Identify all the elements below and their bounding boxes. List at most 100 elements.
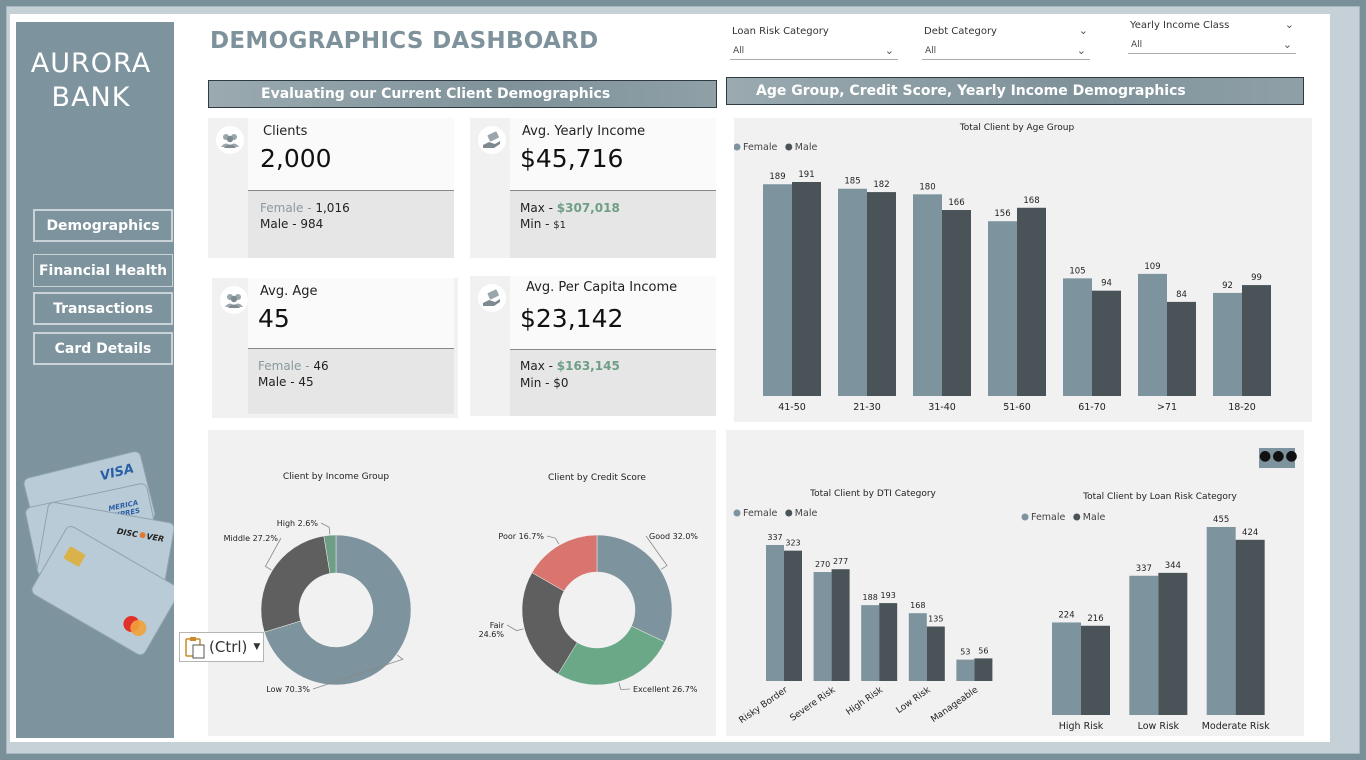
x-tick-label: 61-70: [1078, 402, 1106, 413]
data-label: 189: [769, 172, 785, 182]
bar-female: [1206, 527, 1236, 715]
kpi-card-clients: Clients 2,000 Female - 1,016 Male - 984: [208, 118, 454, 258]
x-tick-label: Manageable: [929, 685, 980, 725]
kpi-sub-value: $307,018: [556, 201, 620, 215]
money-hand-icon: [478, 126, 506, 154]
kpi-value: $45,716: [520, 144, 624, 173]
legend-label: Female: [1031, 512, 1066, 523]
bar-male: [1017, 207, 1046, 396]
brand-line-1: AURORA: [30, 48, 152, 79]
legend-label: Male: [1083, 512, 1106, 523]
nav-financial-health[interactable]: Financial Health: [33, 254, 173, 287]
kpi-sub-line: Male - 984: [260, 217, 324, 231]
credit-slice-good: [596, 534, 673, 643]
data-label: 168: [910, 601, 925, 610]
nav-card-details[interactable]: Card Details: [33, 332, 173, 365]
chevron-down-icon: ⌄: [1076, 44, 1086, 57]
data-label: 337: [1136, 564, 1152, 574]
income-data-label: Low 70.3%: [266, 685, 310, 694]
bar-female: [813, 572, 832, 681]
bar-female: [838, 188, 867, 396]
data-label: 56: [978, 646, 988, 655]
bar-male: [974, 658, 993, 681]
legend-marker: [733, 509, 741, 517]
bar-male: [1092, 290, 1121, 396]
data-label: 105: [1069, 266, 1085, 276]
bar-male: [1081, 625, 1110, 715]
panel-age-group: Total Client by Age Group Female Male 189 19…: [733, 118, 1312, 422]
legend-marker: [785, 509, 793, 517]
people-icon: [216, 126, 244, 154]
chart-pies: Client by Income Group Client by Credit S…: [224, 472, 699, 694]
filter-loan-risk[interactable]: Loan Risk Category All ⌄: [730, 26, 898, 60]
data-label: 166: [948, 198, 964, 208]
ellipsis-icon[interactable]: ●●●: [1259, 448, 1298, 468]
credit-leader-line: [506, 624, 524, 632]
chart-age-group: Total Client by Age Group Female Male 189 19…: [733, 123, 1271, 413]
paste-options-button[interactable]: (Ctrl) ▼: [179, 632, 264, 662]
chart-title: Total Client by Age Group: [959, 123, 1075, 133]
data-label: 455: [1213, 515, 1229, 525]
x-tick-label: High Risk: [1059, 721, 1104, 732]
bar-female: [1052, 622, 1081, 715]
credit-cards-illustration: VISA MERICA EXPRES DISC VER: [23, 451, 174, 656]
filter-label: Yearly Income Class: [1130, 20, 1230, 31]
filter-label: Debt Category: [924, 26, 997, 37]
bar-female: [913, 194, 942, 396]
nav-transactions[interactable]: Transactions: [33, 292, 173, 325]
nav-demographics[interactable]: Demographics: [33, 209, 173, 242]
x-tick-label: 31-40: [928, 402, 956, 413]
panel-pies: Client by Income Group Client by Credit S…: [208, 430, 716, 736]
legend-label: Male: [795, 508, 818, 519]
bar-female: [766, 545, 784, 681]
sidebar: AURORA BANK Demographics Financial Healt…: [16, 22, 174, 738]
bar-male: [831, 569, 850, 681]
x-tick-label: Moderate Risk: [1202, 721, 1270, 732]
data-label: 135: [928, 615, 943, 624]
bar-male: [879, 603, 898, 681]
kpi-sub-value: 1,016: [315, 201, 350, 215]
kpi-value: $23,142: [520, 304, 624, 333]
filter-debt-category[interactable]: Debt Category All ⌄ ⌄: [922, 24, 1090, 60]
clipboard-icon: [185, 637, 205, 659]
bar-female: [763, 184, 792, 396]
kpi-label: Avg. Yearly Income: [522, 124, 646, 139]
data-label: 193: [881, 591, 896, 600]
data-label: 99: [1251, 273, 1262, 283]
x-tick-label: Risky Border: [738, 685, 790, 726]
bar-female: [1213, 292, 1242, 396]
kpi-label: Avg. Per Capita Income: [526, 280, 678, 295]
credit-data-label: 24.6%: [479, 630, 505, 639]
panel-risk: Total Client by DTI Category Female Male 33…: [726, 430, 1304, 736]
kpi-sub-label: Max -: [520, 201, 557, 215]
bar-male: [1242, 285, 1271, 396]
data-label: 188: [863, 593, 878, 602]
credit-data-label: Fair: [490, 621, 505, 630]
chart-risk: Total Client by DTI Category Female Male 33…: [733, 489, 1270, 732]
x-tick-label: Severe Risk: [788, 685, 838, 724]
chart-title: Total Client by DTI Category: [809, 489, 936, 499]
bar-male: [942, 210, 971, 396]
legend-label: Female: [743, 142, 778, 153]
chart-title: Total Client by Loan Risk Category: [1082, 492, 1237, 502]
money-hand-icon: [478, 284, 506, 312]
filter-value[interactable]: All ⌄: [922, 42, 1090, 60]
bar-male: [1158, 572, 1188, 715]
data-label: 277: [833, 557, 848, 566]
x-tick-label: Low Risk: [1138, 721, 1180, 732]
bar-female: [1129, 575, 1159, 715]
bar-female: [861, 605, 880, 681]
bar-female: [956, 659, 975, 681]
data-label: 216: [1087, 614, 1103, 624]
filter-yearly-income[interactable]: Yearly Income Class All ⌄ ⌄: [1128, 18, 1296, 54]
data-label: 185: [844, 177, 860, 187]
kpi-card-per-capita: Avg. Per Capita Income $23,142 Max - $16…: [470, 276, 716, 416]
kpi-sub-label: Female -: [258, 359, 314, 373]
filter-value[interactable]: All ⌄: [730, 42, 898, 60]
kpi-sub-value: $163,145: [556, 359, 620, 373]
paste-label: (Ctrl): [209, 638, 248, 656]
kpi-sub-line: Min - $0: [520, 376, 569, 390]
income-slice-middle: [260, 535, 331, 633]
data-label: 191: [798, 170, 814, 180]
filter-value[interactable]: All ⌄: [1128, 36, 1296, 54]
